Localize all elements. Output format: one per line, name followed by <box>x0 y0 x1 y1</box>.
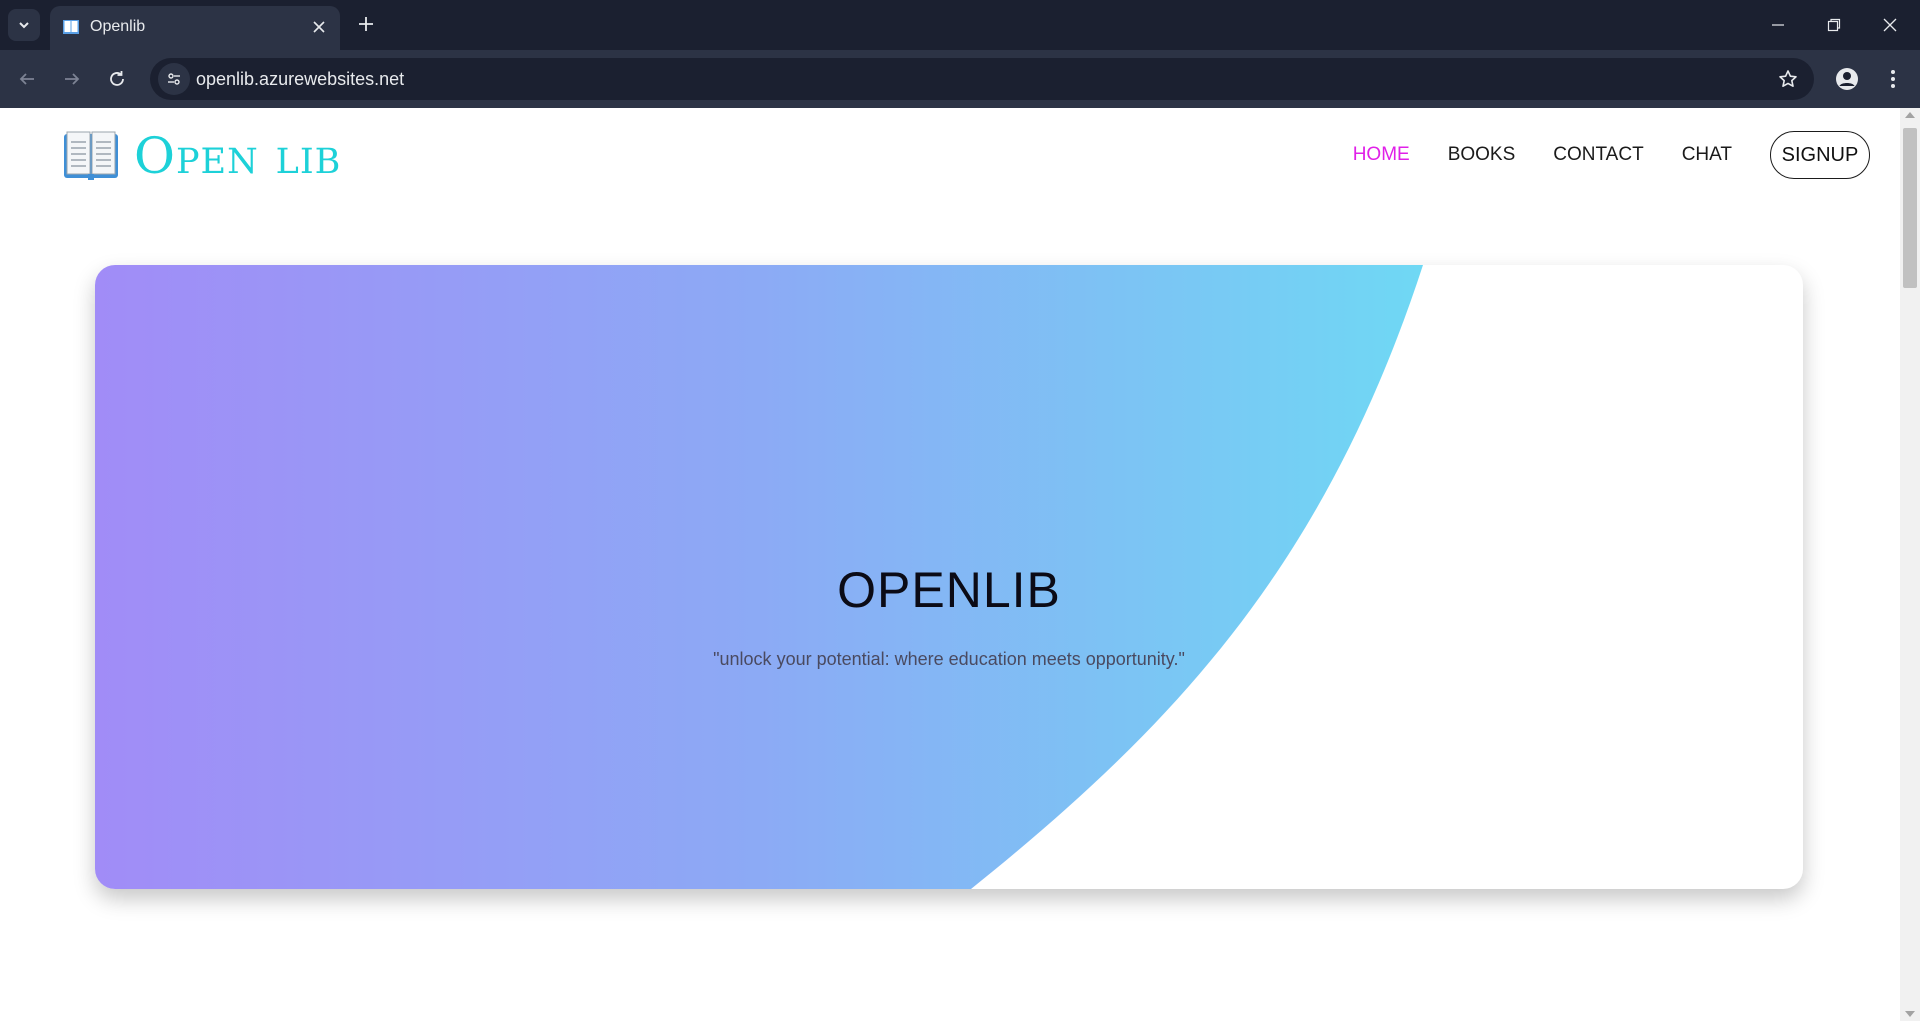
hero-title: OPENLIB <box>837 562 1061 618</box>
vertical-dots-icon <box>1891 70 1895 88</box>
nav-contact[interactable]: CONTACT <box>1553 144 1643 166</box>
tab-close-button[interactable] <box>308 16 330 38</box>
restore-button[interactable] <box>1806 0 1862 50</box>
minimize-icon <box>1772 24 1784 26</box>
nav-home[interactable]: HOME <box>1353 144 1410 166</box>
scroll-down-arrow[interactable] <box>1905 1011 1915 1017</box>
close-window-button[interactable] <box>1862 0 1918 50</box>
site-logo[interactable]: Open lib <box>62 130 341 182</box>
tune-icon <box>168 73 180 85</box>
signup-button[interactable]: SIGNUP <box>1770 131 1870 179</box>
profile-button[interactable] <box>1830 62 1864 96</box>
minimize-button[interactable] <box>1750 0 1806 50</box>
scroll-thumb[interactable] <box>1903 128 1917 288</box>
bookmark-button[interactable] <box>1776 67 1800 91</box>
new-tab-button[interactable] <box>352 10 380 38</box>
close-icon <box>313 21 325 33</box>
person-icon <box>1836 68 1858 90</box>
browser-tab-strip: Openlib <box>0 0 1920 50</box>
page-viewport: Open lib HOME BOOKS CONTACT CHAT SIGNUP … <box>0 108 1900 1021</box>
nav-chat[interactable]: CHAT <box>1682 144 1732 166</box>
restore-icon <box>1827 18 1841 32</box>
open-book-icon <box>64 131 118 180</box>
back-button[interactable] <box>10 62 44 96</box>
logo-text: Open lib <box>134 127 342 185</box>
scroll-up-arrow[interactable] <box>1905 112 1915 118</box>
nav-books[interactable]: BOOKS <box>1448 144 1516 166</box>
page-scrollbar[interactable] <box>1900 108 1920 1021</box>
hero-tagline: "unlock your potential: where education … <box>713 649 1185 669</box>
close-icon <box>1883 18 1897 32</box>
hero-banner: OPENLIB "unlock your potential: where ed… <box>95 265 1803 889</box>
plus-icon <box>359 17 373 31</box>
url-text[interactable]: openlib.azurewebsites.net <box>196 69 404 90</box>
site-info-button[interactable] <box>158 63 190 95</box>
address-bar[interactable]: openlib.azurewebsites.net <box>150 58 1814 100</box>
arrow-left-icon <box>19 73 34 85</box>
main-nav: HOME BOOKS CONTACT CHAT SIGNUP <box>1353 131 1870 179</box>
reload-button[interactable] <box>100 62 134 96</box>
star-icon <box>1779 70 1797 87</box>
open-book-icon <box>63 20 79 34</box>
browser-menu-button[interactable] <box>1876 62 1910 96</box>
browser-tab[interactable]: Openlib <box>50 6 340 50</box>
chevron-down-icon <box>19 22 29 29</box>
tab-title: Openlib <box>90 18 146 35</box>
arrow-right-icon <box>65 73 80 85</box>
tab-search-button[interactable] <box>8 9 40 41</box>
reload-icon <box>110 71 124 86</box>
browser-toolbar: openlib.azurewebsites.net <box>0 50 1920 108</box>
forward-button[interactable] <box>55 62 89 96</box>
